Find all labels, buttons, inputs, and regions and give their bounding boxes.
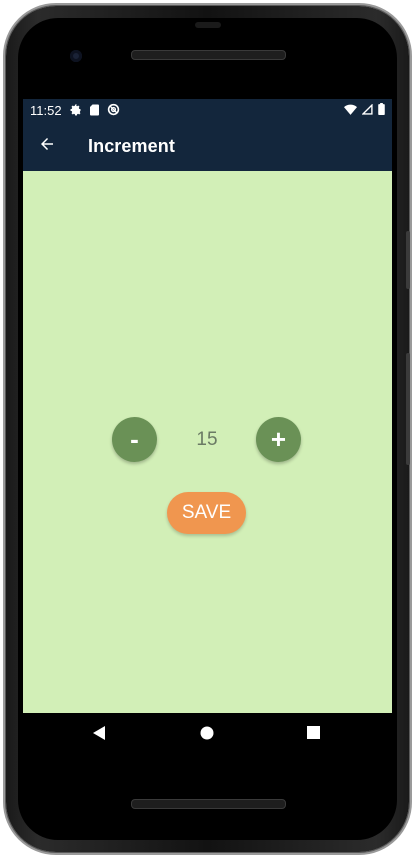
- top-notch: [195, 22, 221, 28]
- app-screen: 11:52 Increment - 15 + SAVE: [23, 99, 392, 713]
- increment-button[interactable]: +: [256, 417, 301, 462]
- nav-home-button[interactable]: [195, 723, 219, 747]
- recents-square-icon: [306, 726, 320, 744]
- status-bar: 11:52: [23, 99, 392, 122]
- wifi-icon: [344, 103, 357, 118]
- status-time: 11:52: [30, 103, 62, 118]
- save-button[interactable]: SAVE: [167, 492, 246, 534]
- page-title: Increment: [88, 136, 175, 156]
- front-camera: [70, 50, 82, 62]
- system-nav-bar: [23, 713, 392, 756]
- decrement-button[interactable]: -: [112, 417, 157, 462]
- power-button: [406, 353, 410, 465]
- sync-blocked-icon: [107, 103, 120, 119]
- back-button[interactable]: [33, 132, 61, 160]
- sd-card-icon: [89, 104, 100, 119]
- arrow-left-icon: [38, 135, 56, 158]
- nav-back-button[interactable]: [87, 723, 111, 747]
- counter-value: 15: [196, 429, 218, 450]
- app-bar: Increment: [23, 122, 392, 171]
- status-icons-left: [70, 103, 120, 119]
- volume-button: [406, 231, 410, 289]
- bottom-speaker: [131, 799, 286, 809]
- nav-recents-button[interactable]: [301, 723, 325, 747]
- cell-signal-icon: [361, 103, 373, 118]
- content-area: - 15 + SAVE: [23, 171, 392, 713]
- back-triangle-icon: [92, 725, 106, 746]
- earpiece-speaker: [131, 50, 286, 60]
- status-icons-right: [344, 103, 385, 118]
- gear-icon: [70, 104, 82, 119]
- home-circle-icon: [200, 726, 214, 745]
- battery-icon: [378, 103, 385, 118]
